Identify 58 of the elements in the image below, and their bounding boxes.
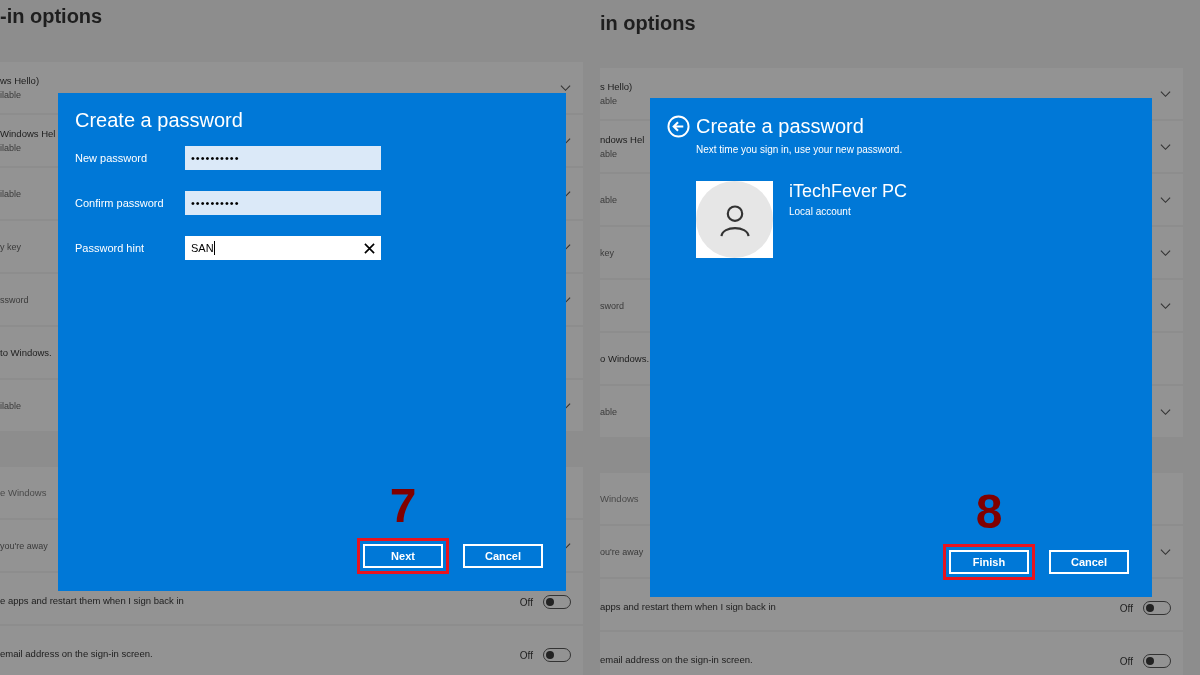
chevron-down-icon[interactable]: [1160, 301, 1171, 310]
field-label: New password: [75, 152, 149, 164]
password-field[interactable]: ••••••••••: [185, 191, 381, 215]
chevron-down-icon[interactable]: [1160, 407, 1171, 416]
row-subtitle: able: [600, 149, 618, 159]
account-type: Local account: [789, 206, 852, 217]
row-title: e Windows: [0, 487, 47, 498]
chevron-down-icon[interactable]: [1160, 142, 1171, 151]
toggle-state: Off: [1119, 602, 1133, 614]
row-title: ndows Hel: [600, 134, 645, 145]
step-number: 8: [975, 488, 1003, 536]
dialog-subtitle: Next time you sign in, use your new password.: [696, 144, 904, 155]
row-title: apps and restart them when I sign back in: [600, 601, 776, 612]
chevron-down-icon[interactable]: [1160, 547, 1171, 556]
row-subtitle: ou're away: [600, 546, 644, 557]
close-icon[interactable]: [364, 242, 375, 254]
row-title: Windows Hel: [0, 128, 56, 139]
row-title: email address on the sign-in screen.: [600, 654, 753, 665]
page-title: -in options: [0, 4, 104, 29]
page-title: in options: [600, 11, 697, 36]
dialog-button[interactable]: Cancel: [1049, 550, 1129, 574]
chevron-down-icon[interactable]: [1160, 248, 1171, 257]
chevron-down-icon[interactable]: [560, 83, 571, 92]
toggle-state: Off: [1119, 655, 1133, 667]
row-title: s Hello): [600, 81, 633, 92]
row-title: email address on the sign-in screen.: [0, 648, 153, 659]
row-subtitle: able: [600, 96, 618, 106]
dialog-button[interactable]: Cancel: [463, 544, 543, 568]
row-subtitle: key: [600, 247, 614, 258]
row-subtitle: able: [600, 194, 617, 205]
row-subtitle: ilable: [0, 400, 21, 411]
toggle-state: Off: [519, 649, 533, 661]
toggle-state: Off: [519, 596, 533, 608]
row-subtitle: ilable: [0, 188, 21, 199]
settings-row[interactable]: email address on the sign-in screen. Off: [0, 626, 583, 675]
chevron-down-icon[interactable]: [1160, 89, 1171, 98]
dialog-button[interactable]: Finish: [949, 550, 1029, 574]
row-title: to Windows.: [0, 347, 52, 358]
password-field[interactable]: ••••••••••: [185, 146, 381, 170]
hint-field[interactable]: SAN: [185, 236, 381, 260]
row-title: Windows: [600, 493, 639, 504]
dialog-button[interactable]: Next: [363, 544, 443, 568]
row-title: e apps and restart them when I sign back in: [0, 595, 184, 606]
chevron-down-icon[interactable]: [1160, 195, 1171, 204]
row-subtitle: able: [600, 406, 617, 417]
row-title: o Windows.: [600, 353, 650, 364]
row-title: ws Hello): [0, 75, 40, 86]
field-label: Confirm password: [75, 197, 165, 209]
account-name: iTechFever PC: [789, 181, 908, 202]
row-subtitle: ilable: [0, 143, 22, 153]
row-subtitle: y key: [0, 241, 21, 252]
step-number: 7: [389, 482, 417, 530]
row-subtitle: sword: [600, 300, 624, 311]
field-label: Password hint: [75, 242, 146, 254]
settings-row[interactable]: email address on the sign-in screen. Off: [600, 632, 1183, 675]
row-subtitle: ilable: [0, 90, 22, 100]
row-subtitle: ssword: [0, 294, 29, 305]
row-subtitle: you're away: [0, 540, 48, 551]
